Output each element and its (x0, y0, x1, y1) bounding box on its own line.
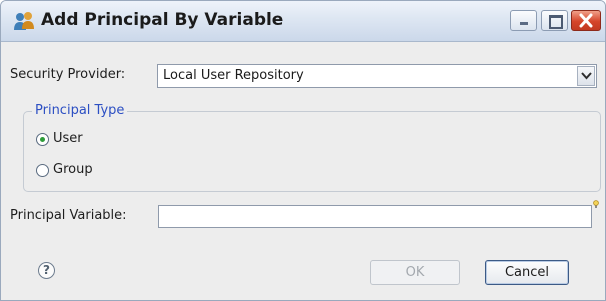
security-provider-label: Security Provider: (10, 67, 126, 82)
minimize-button[interactable] (510, 10, 537, 31)
group-radio[interactable] (36, 164, 49, 177)
lightbulb-icon (593, 200, 599, 208)
dialog-title: Add Principal By Variable (41, 10, 284, 30)
dropdown-arrow-button[interactable] (577, 66, 595, 86)
maximize-icon (549, 15, 563, 29)
security-provider-value: Local User Repository (163, 68, 304, 83)
principal-people-icon (14, 12, 34, 30)
minimize-icon (520, 22, 528, 25)
principal-variable-label: Principal Variable: (10, 208, 127, 223)
cancel-button[interactable]: Cancel (485, 260, 569, 285)
user-radio-label[interactable]: User (53, 131, 83, 146)
ok-button[interactable]: OK (370, 260, 460, 285)
close-button[interactable] (571, 10, 601, 31)
close-icon (579, 13, 593, 28)
group-radio-label[interactable]: Group (53, 162, 93, 177)
radio-selected-dot (40, 137, 45, 142)
help-icon[interactable]: ? (38, 262, 55, 279)
principal-type-group (23, 111, 601, 192)
dialog-window: Add Principal By Variable Security Provi… (0, 0, 606, 301)
user-radio[interactable] (36, 133, 49, 146)
chevron-down-icon (581, 72, 592, 80)
principal-variable-input[interactable] (158, 205, 592, 228)
principal-type-group-title: Principal Type (32, 103, 128, 118)
security-provider-select[interactable]: Local User Repository (157, 64, 597, 88)
maximize-button[interactable] (541, 10, 568, 31)
title-bar[interactable]: Add Principal By Variable (1, 1, 605, 42)
